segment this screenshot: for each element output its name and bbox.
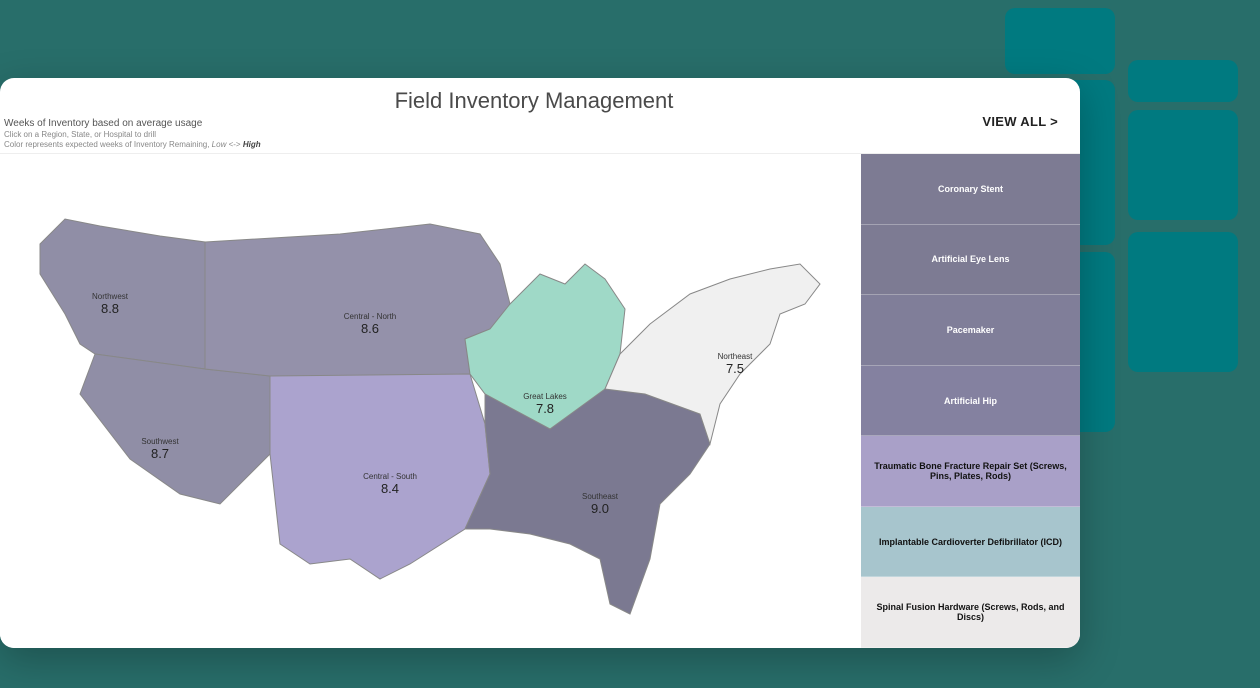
decorative-block (1005, 8, 1115, 74)
region-central-north[interactable] (205, 224, 510, 379)
decorative-block (1128, 60, 1238, 102)
content-area: Northwest 8.8 Southwest 8.7 Central - No… (0, 153, 1080, 648)
legend-sep: <-> (226, 140, 242, 149)
decorative-block (1128, 110, 1238, 220)
legend-prefix: Color represents expected weeks of Inven… (4, 140, 212, 149)
legend-high: High (243, 140, 261, 149)
product-side-panel: Coronary Stent Artificial Eye Lens Pacem… (860, 154, 1080, 648)
product-row[interactable]: Spinal Fusion Hardware (Screws, Rods, an… (861, 577, 1080, 648)
region-northwest[interactable] (40, 219, 205, 369)
dashboard-card: Field Inventory Management Weeks of Inve… (0, 78, 1080, 648)
page-title: Field Inventory Management (4, 88, 1064, 114)
product-row[interactable]: Artificial Hip (861, 366, 1080, 437)
product-row[interactable]: Implantable Cardioverter Defibrillator (… (861, 507, 1080, 578)
product-row[interactable]: Artificial Eye Lens (861, 225, 1080, 296)
legend-low: Low (212, 140, 227, 149)
header: Field Inventory Management Weeks of Inve… (0, 78, 1080, 153)
view-all-button[interactable]: VIEW ALL > (982, 114, 1058, 129)
us-regions-map (10, 164, 860, 644)
region-southeast[interactable] (465, 389, 710, 614)
product-row[interactable]: Traumatic Bone Fracture Repair Set (Scre… (861, 436, 1080, 507)
subtitle-metric: Weeks of Inventory based on average usag… (4, 118, 1064, 129)
product-row[interactable]: Coronary Stent (861, 154, 1080, 225)
decorative-block (1128, 232, 1238, 372)
legend-caption: Color represents expected weeks of Inven… (4, 140, 1064, 149)
map-pane: Northwest 8.8 Southwest 8.7 Central - No… (0, 154, 860, 648)
subtitle-hint: Click on a Region, State, or Hospital to… (4, 130, 1064, 139)
product-row[interactable]: Pacemaker (861, 295, 1080, 366)
region-central-south[interactable] (270, 374, 490, 579)
region-southwest[interactable] (80, 354, 270, 504)
